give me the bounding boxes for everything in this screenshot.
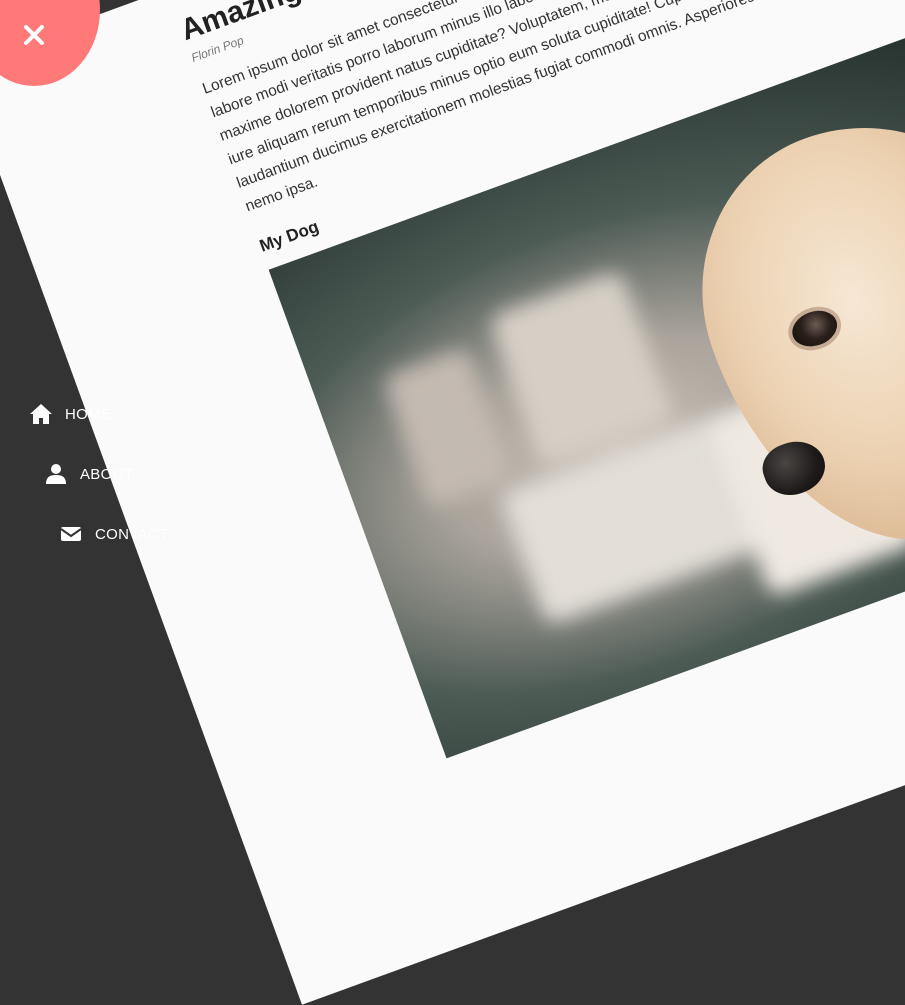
nav-item-label: CONTACT <box>95 525 169 543</box>
nav-item-contact[interactable]: CONTACT <box>59 523 168 545</box>
home-icon <box>30 404 52 424</box>
nav-item-home[interactable]: HOME <box>29 403 111 425</box>
user-icon <box>46 464 66 484</box>
close-icon[interactable] <box>23 24 45 46</box>
nav-item-about[interactable]: ABOUT <box>44 463 133 485</box>
photo-background-blur <box>382 346 515 509</box>
nav-item-label: ABOUT <box>80 465 134 483</box>
photo-background-blur <box>488 269 675 468</box>
envelope-icon <box>60 527 82 541</box>
sidebar-nav: HOME ABOUT CONTACT <box>0 0 260 589</box>
nav-item-label: HOME <box>65 405 112 423</box>
article-content: Amazing Article Florin Pop Lorem ipsum d… <box>176 0 905 759</box>
